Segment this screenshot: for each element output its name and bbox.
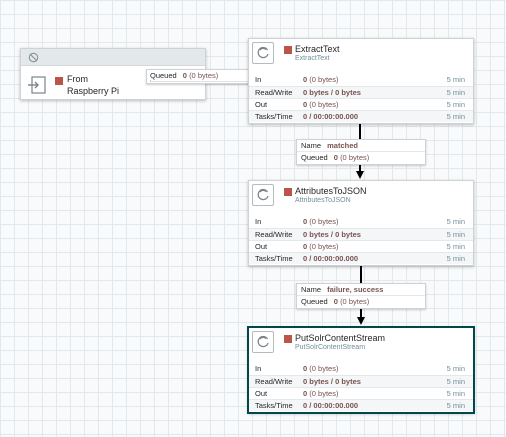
processor-stats: In 0 (0 bytes) 5 min Read/Write 0 bytes … xyxy=(249,74,473,122)
name-key: Name xyxy=(301,285,322,294)
stat-time: 5 min xyxy=(446,112,465,121)
arrowhead-icon xyxy=(357,317,365,325)
stat-row-tasks: Tasks/Time 0 / 00:00:00.000 5 min xyxy=(249,399,473,411)
processor-stats: In 0 (0 bytes) 5 min Read/Write 0 bytes … xyxy=(249,216,473,264)
arrowhead-icon xyxy=(356,171,364,179)
connection-label-matched[interactable]: Name matched Queued 0 (0 bytes) xyxy=(296,139,426,165)
stat-time: 5 min xyxy=(446,389,465,398)
name-key: Name xyxy=(301,141,322,150)
processor-icon xyxy=(252,184,274,206)
stat-row-in: In 0 (0 bytes) 5 min xyxy=(249,74,473,86)
processor-cog-icon xyxy=(257,335,269,348)
queued-count: 0 xyxy=(333,153,338,162)
stat-time: 5 min xyxy=(446,217,465,226)
stopped-status-icon xyxy=(284,188,292,196)
queued-count: 0 xyxy=(333,297,338,306)
relationship-name: matched xyxy=(327,141,358,150)
stat-value: 0 (0 bytes) xyxy=(303,100,339,109)
processor-stats: In 0 (0 bytes) 5 min Read/Write 0 bytes … xyxy=(249,363,473,411)
stat-value: 0 / 00:00:00.000 xyxy=(303,401,359,410)
stat-value: 0 bytes / 0 bytes xyxy=(303,88,361,97)
stat-row-out: Out 0 (0 bytes) 5 min xyxy=(249,240,473,252)
queued-key: Queued xyxy=(301,297,328,306)
stat-time: 5 min xyxy=(446,88,465,97)
relationship-name: failure, success xyxy=(327,285,384,294)
processor-name: AttributesToJSON xyxy=(295,186,367,196)
stat-row-in: In 0 (0 bytes) 5 min xyxy=(249,363,473,375)
stat-label: Out xyxy=(255,389,268,398)
stat-row-readwrite: Read/Write 0 bytes / 0 bytes 5 min xyxy=(249,228,473,240)
stat-time: 5 min xyxy=(446,401,465,410)
stat-time: 5 min xyxy=(446,242,465,251)
queued-bytes: (0 bytes) xyxy=(340,153,370,162)
queued-count: 0 xyxy=(182,71,187,80)
stat-row-tasks: Tasks/Time 0 / 00:00:00.000 5 min xyxy=(249,110,473,122)
stat-label: Read/Write xyxy=(255,377,293,386)
processor-name: ExtractText xyxy=(295,44,340,54)
stat-row-in: In 0 (0 bytes) 5 min xyxy=(249,216,473,228)
connection-label-failure-success[interactable]: Name failure, success Queued 0 (0 bytes) xyxy=(296,283,426,309)
stopped-status-icon xyxy=(55,77,63,85)
processor-name: PutSolrContentStream xyxy=(295,333,386,343)
flow-canvas[interactable]: From Raspberry Pi Queued 0 (0 bytes) Ext… xyxy=(0,0,506,437)
port-header xyxy=(21,49,205,66)
stat-row-out: Out 0 (0 bytes) 5 min xyxy=(249,98,473,110)
stat-time: 5 min xyxy=(446,377,465,386)
processor-type: PutSolrContentStream xyxy=(295,344,366,351)
stat-label: In xyxy=(255,75,262,84)
processor-extracttext[interactable]: ExtractText ExtractText In 0 (0 bytes) 5… xyxy=(248,38,474,124)
processor-putsolrcontentstream[interactable]: PutSolrContentStream PutSolrContentStrea… xyxy=(248,327,474,413)
processor-header: PutSolrContentStream PutSolrContentStrea… xyxy=(249,328,473,353)
stat-label: Out xyxy=(255,242,268,251)
port-name-line2: Raspberry Pi xyxy=(67,86,120,96)
stat-value: 0 / 00:00:00.000 xyxy=(303,112,359,121)
stat-row-out: Out 0 (0 bytes) 5 min xyxy=(249,387,473,399)
stat-time: 5 min xyxy=(446,100,465,109)
queued-key: Queued xyxy=(150,71,177,80)
port-name-line1: From xyxy=(67,74,88,84)
stopped-status-icon xyxy=(284,46,292,54)
stat-value: 0 bytes / 0 bytes xyxy=(303,377,361,386)
processor-header: ExtractText ExtractText xyxy=(249,39,473,64)
stat-row-tasks: Tasks/Time 0 / 00:00:00.000 5 min xyxy=(249,252,473,264)
stat-label: Tasks/Time xyxy=(255,112,293,121)
queued-bytes: (0 bytes) xyxy=(340,297,370,306)
stat-value: 0 (0 bytes) xyxy=(303,217,339,226)
stat-label: Out xyxy=(255,100,268,109)
stat-time: 5 min xyxy=(446,230,465,239)
queued-key: Queued xyxy=(301,153,328,162)
stat-label: Tasks/Time xyxy=(255,401,293,410)
processor-icon xyxy=(252,42,274,64)
stopped-status-icon xyxy=(284,335,292,343)
stat-row-readwrite: Read/Write 0 bytes / 0 bytes 5 min xyxy=(249,86,473,98)
stat-time: 5 min xyxy=(446,75,465,84)
stat-label: In xyxy=(255,217,262,226)
transmission-disabled-icon xyxy=(28,52,39,63)
stat-value: 0 / 00:00:00.000 xyxy=(303,254,359,263)
stat-time: 5 min xyxy=(446,364,465,373)
processor-cog-icon xyxy=(257,46,269,59)
processor-attributestojson[interactable]: AttributesToJSON AttributesToJSON In 0 (… xyxy=(248,180,474,266)
stat-value: 0 bytes / 0 bytes xyxy=(303,230,361,239)
processor-cog-icon xyxy=(257,188,269,201)
stat-value: 0 (0 bytes) xyxy=(303,242,339,251)
stat-value: 0 (0 bytes) xyxy=(303,75,339,84)
processor-type: ExtractText xyxy=(295,55,330,62)
stat-row-readwrite: Read/Write 0 bytes / 0 bytes 5 min xyxy=(249,375,473,387)
input-port-icon xyxy=(28,76,46,94)
queued-bytes: (0 bytes) xyxy=(189,71,219,80)
processor-header: AttributesToJSON AttributesToJSON xyxy=(249,181,473,206)
stat-label: Read/Write xyxy=(255,230,293,239)
stat-value: 0 (0 bytes) xyxy=(303,389,339,398)
stat-value: 0 (0 bytes) xyxy=(303,364,339,373)
processor-icon xyxy=(252,331,274,353)
processor-type: AttributesToJSON xyxy=(295,197,351,204)
stat-label: Tasks/Time xyxy=(255,254,293,263)
port-name: From Raspberry Pi xyxy=(67,73,119,97)
stat-label: Read/Write xyxy=(255,88,293,97)
stat-label: In xyxy=(255,364,262,373)
stat-time: 5 min xyxy=(446,254,465,263)
